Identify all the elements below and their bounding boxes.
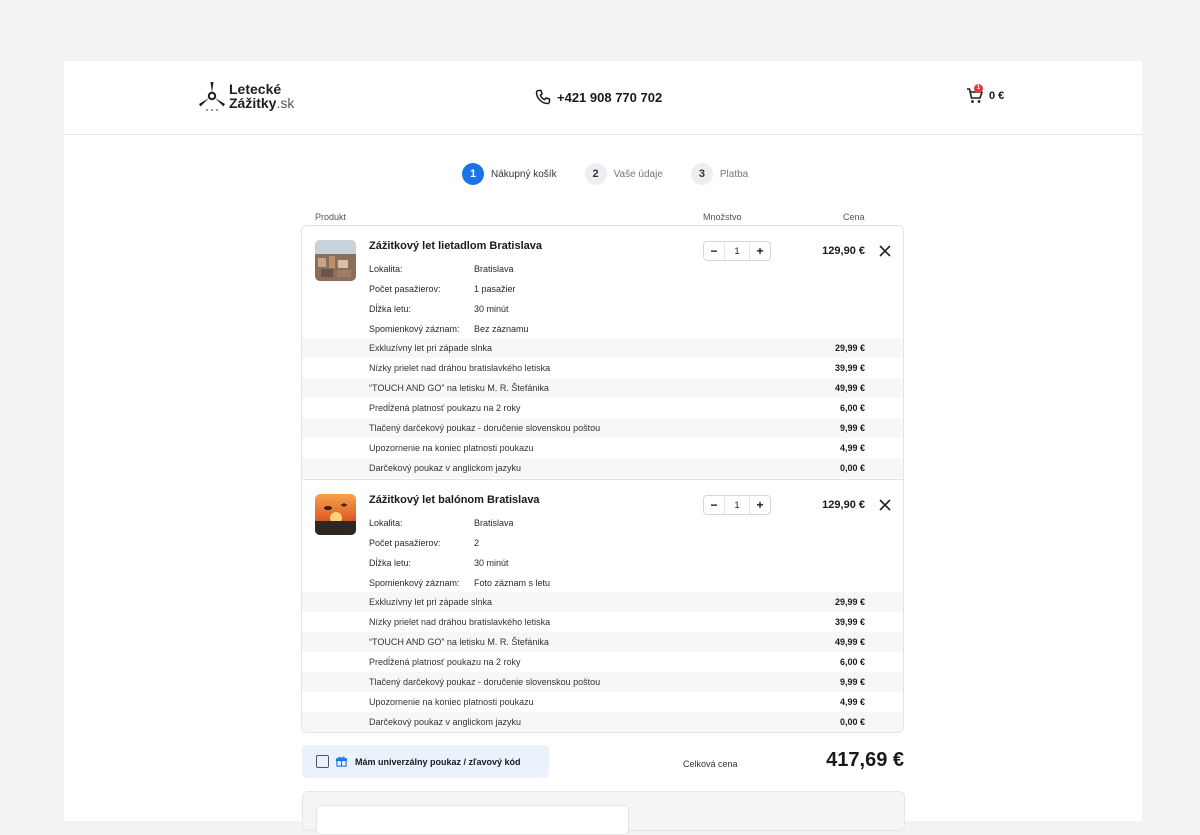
attr-value: Bratislava: [474, 264, 514, 274]
attr-label: Spomienkový záznam:: [369, 324, 460, 334]
extra-row: Predĺžená platnosť poukazu na 2 roky 6,00…: [369, 657, 865, 667]
remove-item-icon[interactable]: [878, 498, 892, 512]
cart-item: Zážitkový let lietadlom Bratislava Lokal…: [302, 226, 903, 479]
step-payment[interactable]: 3 Platba: [690, 163, 748, 185]
quantity-value[interactable]: 1: [724, 496, 750, 514]
attr-value: 2: [474, 538, 480, 548]
product-image: [315, 240, 356, 281]
item-price: 129,90 €: [822, 245, 865, 257]
extra-row: Tlačený darčekový poukaz - doručenie slo…: [302, 418, 903, 438]
quantity-stepper: − 1 +: [703, 241, 771, 261]
item-price: 129,90 €: [822, 499, 865, 511]
extra-row: Darčekový poukaz v anglickom jazyku 0,00 …: [302, 712, 903, 732]
logo-line-2: Zážitky.sk: [229, 95, 295, 111]
decrease-quantity-button[interactable]: −: [704, 244, 724, 258]
attr-label: Lokalita:: [369, 518, 403, 528]
decrease-quantity-button[interactable]: −: [704, 498, 724, 512]
column-product: Produkt: [315, 212, 347, 222]
extra-row: Nízky prielet nad dráhou bratislavkého l…: [369, 617, 865, 627]
cart-total: 0 €: [989, 90, 1005, 102]
attr-label: Spomienkový záznam:: [369, 578, 460, 588]
product-image: [315, 494, 356, 535]
product-title[interactable]: Zážitkový let balónom Bratislava: [369, 494, 540, 506]
attr-value: 1 pasažier: [474, 284, 516, 294]
step-details[interactable]: 2 Vaše údaje: [584, 163, 663, 185]
voucher-checkbox[interactable]: [316, 755, 329, 768]
increase-quantity-button[interactable]: +: [750, 498, 770, 512]
attr-label: Počet pasažierov:: [369, 538, 441, 548]
attr-label: Dĺžka letu:: [369, 558, 412, 568]
attr-value: Foto záznam s letu: [474, 578, 551, 588]
cart-item: Zážitkový let balónom Bratislava Lokalit…: [302, 479, 903, 732]
site-header: Letecké Zážitky.sk +421 908 770 702 1 0 …: [64, 61, 1142, 135]
voucher-toggle[interactable]: Mám univerzálny poukaz / zľavový kód: [302, 745, 549, 778]
phone-link[interactable]: +421 908 770 702: [535, 89, 662, 105]
quantity-stepper: − 1 +: [703, 495, 771, 515]
propeller-logo-icon: [199, 82, 225, 111]
cart-items: Zážitkový let lietadlom Bratislava Lokal…: [301, 225, 904, 733]
attr-label: Počet pasažierov:: [369, 284, 441, 294]
increase-quantity-button[interactable]: +: [750, 244, 770, 258]
attr-value: Bez záznamu: [474, 324, 529, 334]
extra-row: Upozornenie na koniec platnosti poukazu 4…: [369, 443, 865, 453]
attr-value: 30 minút: [474, 558, 509, 568]
extra-row: “TOUCH AND GO” na letisku M. R. Štefánik…: [302, 378, 903, 398]
phone-number: +421 908 770 702: [557, 89, 663, 105]
extra-row: Exkluzívny let pri západe slnka 29,99 €: [302, 338, 903, 358]
column-quantity: Množstvo: [703, 212, 742, 222]
total-label: Celková cena: [683, 759, 738, 769]
phone-icon: [535, 89, 551, 105]
quantity-value[interactable]: 1: [724, 242, 750, 260]
logo-line-1: Letecké: [229, 81, 282, 97]
remove-item-icon[interactable]: [878, 244, 892, 258]
extra-row: Nízky prielet nad dráhou bratislavkého l…: [369, 363, 865, 373]
attr-value: Bratislava: [474, 518, 514, 528]
extra-row: Exkluzívny let pri západe slnka 29,99 €: [302, 592, 903, 612]
logo[interactable]: Letecké Zážitky.sk: [198, 80, 294, 112]
checkout-steps: 1 Nákupný košík 2 Vaše údaje 3 Platba: [462, 163, 776, 185]
cart-button[interactable]: 1 0 €: [966, 84, 1005, 105]
extra-row: Upozornenie na koniec platnosti poukazu 4…: [369, 697, 865, 707]
extra-row: Predĺžená platnosť poukazu na 2 roky 6,00…: [369, 403, 865, 413]
summary-inner-field[interactable]: [316, 805, 629, 835]
total-value: 417,69 €: [826, 749, 904, 771]
extra-row: “TOUCH AND GO” na letisku M. R. Štefánik…: [302, 632, 903, 652]
cart-count-badge: 1: [974, 84, 983, 93]
attr-label: Dĺžka letu:: [369, 304, 412, 314]
voucher-label: Mám univerzálny poukaz / zľavový kód: [355, 756, 521, 767]
extra-row: Darčekový poukaz v anglickom jazyku 0,00 …: [302, 458, 903, 478]
extra-row: Tlačený darčekový poukaz - doručenie slo…: [302, 672, 903, 692]
page: Letecké Zážitky.sk +421 908 770 702 1 0 …: [64, 61, 1142, 835]
step-cart[interactable]: 1 Nákupný košík: [462, 163, 557, 185]
attr-value: 30 minút: [474, 304, 509, 314]
gift-icon: [336, 756, 347, 767]
summary-box: [302, 791, 905, 835]
column-price: Cena: [843, 212, 865, 222]
attr-label: Lokalita:: [369, 264, 403, 274]
product-title[interactable]: Zážitkový let lietadlom Bratislava: [369, 240, 542, 252]
